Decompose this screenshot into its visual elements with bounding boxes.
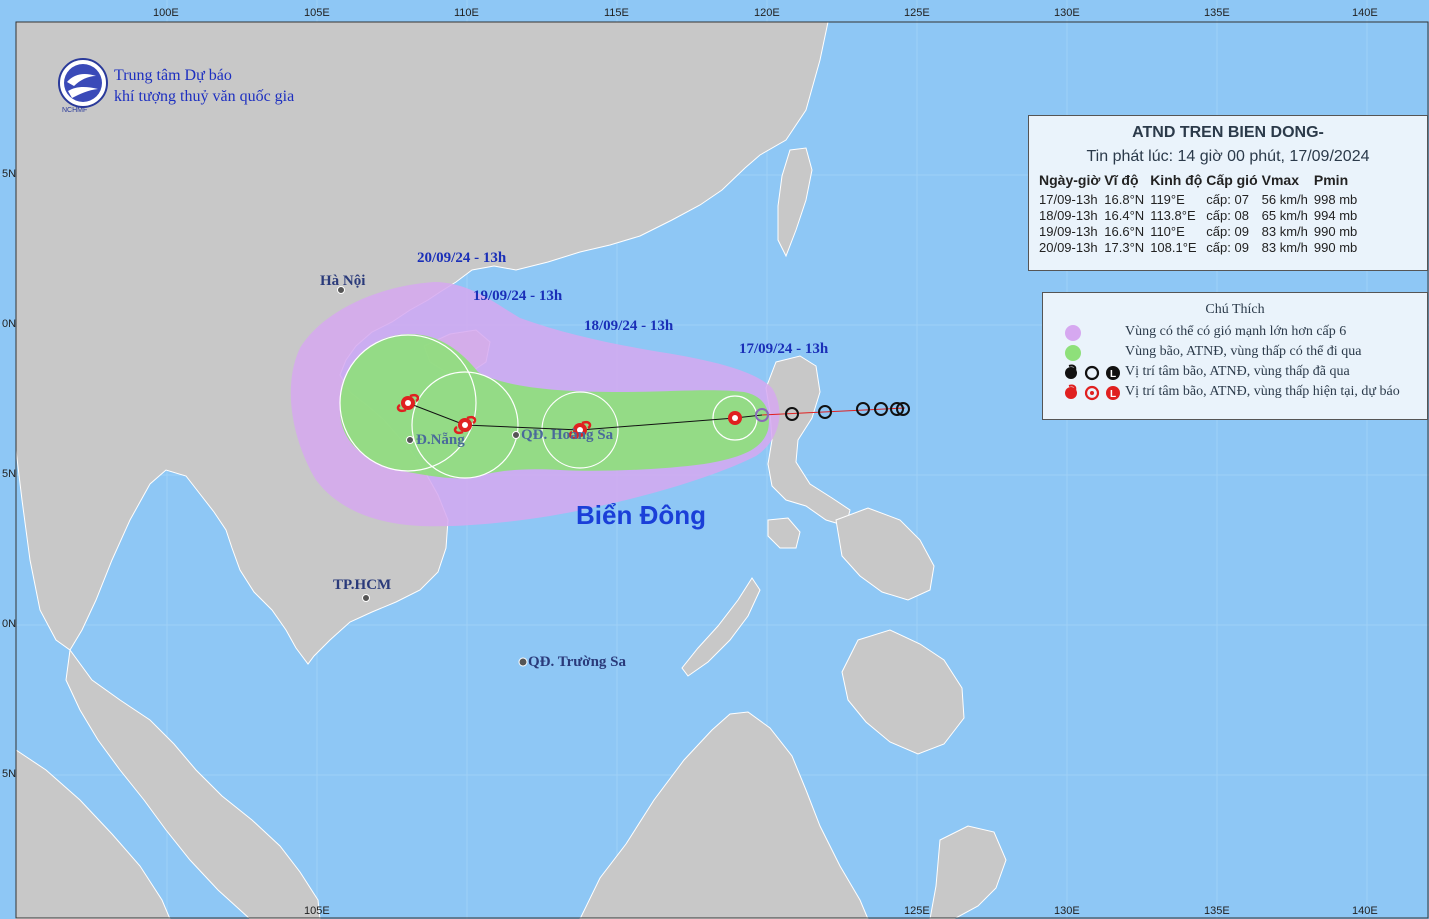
axis-top-label: 110E [454,7,479,19]
legend-glyph-past: L [1110,369,1116,380]
sea-name-label: Biển Đông [576,500,706,530]
axis-left-label: 5N [2,168,17,180]
header-latitude: Vĩ độ [1104,172,1139,188]
axis-top-label: 105E [304,7,330,19]
legend-item-past-position: L Vị trí tâm bão, ATNĐ, vùng thấp đã qua [1053,363,1425,383]
table-row: 20/09-13h 17.3°N 108.1°E cấp: 09 83 km/h… [1039,240,1363,256]
logo-line-2: khí tượng thuỷ văn quốc gia [114,88,295,105]
cell: 108.1°E [1150,240,1197,255]
cell: cấp: 08 [1206,208,1249,223]
cell: 65 km/h [1261,208,1308,223]
axis-bottom-label: 140E [1352,905,1378,917]
cell: 16.4°N [1104,208,1145,223]
table-row: 19/09-13h 16.6°N 110°E cấp: 09 83 km/h 9… [1039,224,1363,240]
axis-bottom-label: 130E [1054,905,1080,917]
legend-title: Chú Thích [1205,302,1265,317]
axis-top-label: 100E [153,7,179,19]
table-row: 18/09-13h 16.4°N 113.8°E cấp: 08 65 km/h… [1039,208,1363,224]
legend-glyph-current: L [1110,389,1116,400]
cell: 19/09-13h [1039,224,1098,239]
info-issued-time: Tin phát lúc: 14 giờ 00 phút, 17/09/2024 [1086,148,1370,165]
cell: 83 km/h [1261,240,1308,255]
place-label-hcm: TP.HCM [333,577,392,593]
legend-item-storm-path: Vùng bão, ATNĐ, vùng thấp có thể đi qua [1053,343,1425,363]
axis-top-label: 115E [604,7,629,19]
track-label-17: 17/09/24 - 13h [739,341,829,357]
axis-top-label: 125E [904,7,930,19]
axis-top-label: 140E [1352,7,1378,19]
header-datetime: Ngày-giờ [1039,172,1101,188]
cell: 16.6°N [1104,224,1145,239]
track-label-20: 20/09/24 - 13h [417,250,507,266]
forecast-table-header: Ngày-giờ Vĩ độ Kinh độ Cấp gió Vmax Pmin [1039,172,1363,192]
cell: 17/09-13h [1039,192,1098,207]
current-position-symbols-icon: L [1065,384,1120,401]
cell: cấp: 09 [1206,240,1249,255]
storm-marker-17 [728,411,742,425]
header-wind-level: Cấp gió [1206,172,1258,188]
cell: 990 mb [1313,224,1358,239]
axis-top-label: 130E [1054,7,1080,19]
past-position-symbols-icon: L [1065,364,1120,381]
legend-item-label: Vị trí tâm bão, ATNĐ, vùng thấp hiện tại… [1125,384,1400,399]
cell: 16.8°N [1104,192,1145,207]
legend-item-strong-wind: Vùng có thể có gió mạnh lớn hơn cấp 6 [1053,323,1425,343]
cell: cấp: 07 [1206,192,1249,207]
legend-item-label: Vùng bão, ATNĐ, vùng thấp có thể đi qua [1125,344,1362,359]
place-label-danang: Đ.Nẵng [416,432,465,448]
header-pmin: Pmin [1313,172,1349,188]
purple-swatch-icon [1065,325,1081,341]
header-vmax: Vmax [1261,172,1299,188]
legend-panel: Chú Thích Vùng có thể có gió mạnh lớn hơ… [1042,292,1428,420]
axis-left-label: 0N [2,618,17,630]
cell: 18/09-13h [1039,208,1098,223]
info-title: ATND TREN BIEN DONG- [1132,124,1324,141]
place-label-truongsa: QĐ. Trường Sa [528,654,627,670]
axis-top-label: 135E [1204,7,1230,19]
forecast-info-panel: ATND TREN BIEN DONG- Tin phát lúc: 14 gi… [1028,115,1428,271]
legend-item-current-position: L Vị trí tâm bão, ATNĐ, vùng thấp hiện t… [1053,383,1425,403]
cell: 56 km/h [1261,192,1308,207]
table-row: 17/09-13h 16.8°N 119°E cấp: 07 56 km/h 9… [1039,192,1363,208]
cell: 17.3°N [1104,240,1145,255]
axis-bottom-label: 125E [904,905,930,917]
axis-bottom-label: 135E [1204,905,1230,917]
track-label-19: 19/09/24 - 13h [473,288,563,304]
forecast-table: Ngày-giờ Vĩ độ Kinh độ Cấp gió Vmax Pmin… [1039,172,1363,256]
cell: 83 km/h [1261,224,1308,239]
legend-item-label: Vị trí tâm bão, ATNĐ, vùng thấp đã qua [1125,364,1350,379]
cell: cấp: 09 [1206,224,1249,239]
axis-left-label: 0N [2,318,17,330]
place-label-hanoi: Hà Nội [320,273,366,289]
cell: 20/09-13h [1039,240,1098,255]
axis-bottom-label: 105E [304,905,330,917]
cell: 113.8°E [1150,208,1196,223]
header-longitude: Kinh độ [1150,172,1203,188]
cell: 110°E [1150,224,1185,239]
logo-short-name: NCHMF [62,107,88,114]
cell: 119°E [1150,192,1185,207]
track-label-18: 18/09/24 - 13h [584,318,674,334]
cell: 994 mb [1313,208,1358,223]
logo-line-1: Trung tâm Dự báo [114,67,232,84]
nchmf-logo: NCHMF Trung tâm Dự báo khí tượng thuỷ vă… [58,58,378,118]
axis-left-label: 5N [2,468,17,480]
green-swatch-icon [1065,345,1081,361]
cell: 990 mb [1313,240,1358,255]
axis-top-label: 120E [754,7,780,19]
axis-left-label: 5N [2,768,17,780]
cell: 998 mb [1313,192,1358,207]
legend-item-label: Vùng có thể có gió mạnh lớn hơn cấp 6 [1125,324,1347,339]
place-label-hoangsa: QĐ. Hoàng Sa [521,427,614,443]
